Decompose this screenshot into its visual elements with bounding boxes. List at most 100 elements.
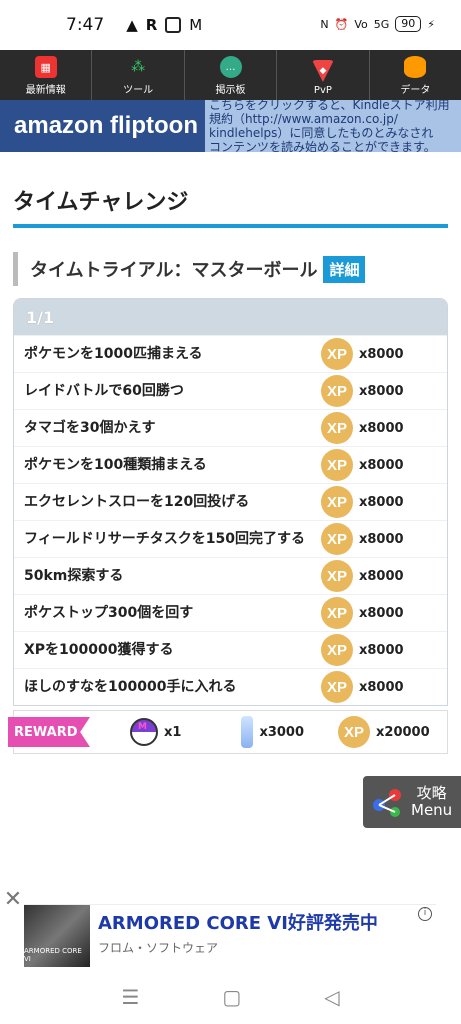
detail-button[interactable]: 詳細 xyxy=(323,255,366,283)
xp-icon: XP xyxy=(321,597,353,629)
notification-icons: ▲ R M xyxy=(126,16,202,34)
back-icon[interactable]: ◁ xyxy=(324,985,339,1009)
task-text: エクセレントスローを120回投げる xyxy=(24,494,250,510)
xp-icon: XP xyxy=(321,560,353,592)
status-bar: 7:47 ▲ R M N ⏰ Vo 5G 90 ⚡ xyxy=(0,0,461,50)
task-text: ほしのすなを100000手に入れる xyxy=(24,679,237,695)
task-text: XPを100000獲得する xyxy=(24,642,174,658)
task-reward: XP x8000 xyxy=(321,597,447,629)
task-reward: XP x8000 xyxy=(321,449,447,481)
xp-icon: XP xyxy=(321,671,353,703)
task-xp-amount: x8000 xyxy=(359,605,404,621)
share-icon xyxy=(373,789,401,817)
guide-menu-button[interactable]: 攻略 Menu xyxy=(363,776,461,828)
menu-label: 攻略 Menu xyxy=(411,785,452,819)
ad-title: ARMORED CORE VI好評発売中 xyxy=(98,913,378,934)
bottom-ad[interactable]: ARMORED CORE VI ARMORED CORE VI好評発売中 フロム… xyxy=(24,904,436,967)
task-reward: XP x8000 xyxy=(321,671,447,703)
section-title: タイムチャレンジ xyxy=(13,184,448,228)
task-reward: XP x8000 xyxy=(321,375,447,407)
task-row: ポケストップ300個を回す XP x8000 xyxy=(14,594,447,631)
challenge-title: タイムトライアル：マスターボール xyxy=(30,260,318,281)
nav-tools[interactable]: ⁂ ツール xyxy=(92,50,185,100)
task-text: ポケモンを1000匹捕まえる xyxy=(24,346,203,362)
reward-tag: REWARD xyxy=(8,717,90,747)
task-xp-amount: x8000 xyxy=(359,457,404,473)
stardust-icon xyxy=(241,716,254,748)
nav-latest[interactable]: ▦ 最新情報 xyxy=(0,50,93,100)
nfc-icon: N xyxy=(320,17,329,31)
xp-icon: XP xyxy=(321,523,353,555)
task-text: フィールドリサーチタスクを150回完了する xyxy=(24,531,305,547)
ad-banner[interactable]: amazon fliptoon こちらをクリックすると、Kindleストア利用 … xyxy=(0,100,461,152)
task-row: フィールドリサーチタスクを150回完了する XP x8000 xyxy=(14,520,447,557)
reward-stardust-qty: x3000 xyxy=(259,724,305,740)
task-reward: XP x8000 xyxy=(321,338,447,370)
info-icon[interactable]: i xyxy=(418,907,432,921)
task-xp-amount: x8000 xyxy=(359,531,404,547)
app-notification-icon: ▲ xyxy=(126,16,138,34)
xp-icon: XP xyxy=(338,716,371,748)
challenge-heading: タイムトライアル：マスターボール 詳細 xyxy=(13,252,448,286)
banner-line: 規約（http://www.amazon.co.jp/ xyxy=(209,112,398,126)
xp-icon: XP xyxy=(321,486,353,518)
nav-data[interactable]: データ xyxy=(370,50,461,100)
task-reward: XP x8000 xyxy=(321,560,447,592)
xp-icon: XP xyxy=(321,412,353,444)
xp-icon: XP xyxy=(321,338,353,370)
reward-xp-qty: x20000 xyxy=(376,724,430,740)
nav-label: 最新情報 xyxy=(25,85,66,96)
signal-icon: 5G xyxy=(373,17,390,31)
xp-icon: XP xyxy=(321,634,353,666)
news-icon xyxy=(165,17,182,33)
task-row: ポケモンを100種類捕まえる XP x8000 xyxy=(14,446,447,483)
share-icon: ⁂ xyxy=(131,59,146,75)
xp-icon: XP xyxy=(321,375,353,407)
task-row: エクセレントスローを120回投げる XP x8000 xyxy=(14,483,447,520)
reward-ball-qty: x1 xyxy=(164,724,182,740)
task-row: ほしのすなを100000手に入れる XP x8000 xyxy=(14,668,447,705)
shield-icon: ◆ xyxy=(311,60,334,82)
task-reward: XP x8000 xyxy=(321,634,447,666)
task-text: 50km探索する xyxy=(24,568,124,584)
menu-label-line1: 攻略 xyxy=(416,784,447,802)
top-nav: ▦ 最新情報 ⁂ ツール … 掲示板 ◆ PvP データ xyxy=(0,50,461,100)
nav-label: ツール xyxy=(123,85,154,96)
home-icon[interactable]: ▢ xyxy=(222,985,241,1009)
xp-icon: XP xyxy=(321,449,353,481)
menu-icon[interactable]: ☰ xyxy=(121,985,139,1009)
reward-row: REWARD x1 x3000 XP x20000 xyxy=(8,710,448,754)
task-xp-amount: x8000 xyxy=(359,642,404,658)
nav-label: 掲示板 xyxy=(215,85,246,96)
task-row: タマゴを30個かえす XP x8000 xyxy=(14,409,447,446)
chat-icon: … xyxy=(219,56,242,78)
status-time: 7:47 xyxy=(66,15,105,35)
task-xp-amount: x8000 xyxy=(359,679,404,695)
nav-pvp[interactable]: ◆ PvP xyxy=(277,50,370,100)
task-xp-amount: x8000 xyxy=(359,568,404,584)
task-list: 1/1 ポケモンを1000匹捕まえる XP x8000 レイドバトルで60回勝つ XP x… xyxy=(13,298,448,706)
mail-icon: M xyxy=(189,16,203,34)
battery-indicator: 90 xyxy=(395,16,422,32)
system-nav-bar: ☰ ▢ ◁ xyxy=(0,970,461,1024)
nav-board[interactable]: … 掲示板 xyxy=(185,50,278,100)
nav-label: データ xyxy=(400,85,431,96)
banner-line: コンテンツを読み始めることができます。 xyxy=(209,140,436,152)
ad-subtitle: フロム・ソフトウェア xyxy=(98,941,219,955)
task-row: XPを100000獲得する XP x8000 xyxy=(14,631,447,668)
system-indicators: N ⏰ Vo 5G 90 ⚡ xyxy=(320,16,435,32)
task-reward: XP x8000 xyxy=(321,523,447,555)
task-xp-amount: x8000 xyxy=(359,346,404,362)
task-xp-amount: x8000 xyxy=(359,420,404,436)
r-notification-icon: R xyxy=(145,16,158,34)
task-text: ポケモンを100種類捕まえる xyxy=(24,457,207,473)
task-row: ポケモンを1000匹捕まえる XP x8000 xyxy=(14,335,447,372)
task-row: 50km探索する XP x8000 xyxy=(14,557,447,594)
charging-icon: ⚡ xyxy=(427,17,435,31)
volte-icon: Vo xyxy=(354,17,368,31)
close-icon[interactable]: ✕ xyxy=(3,889,23,911)
ad-image: ARMORED CORE VI xyxy=(24,905,90,967)
banner-line: こちらをクリックすると、Kindleストア利用 xyxy=(209,100,450,112)
master-ball-icon xyxy=(130,718,158,746)
task-reward: XP x8000 xyxy=(321,412,447,444)
